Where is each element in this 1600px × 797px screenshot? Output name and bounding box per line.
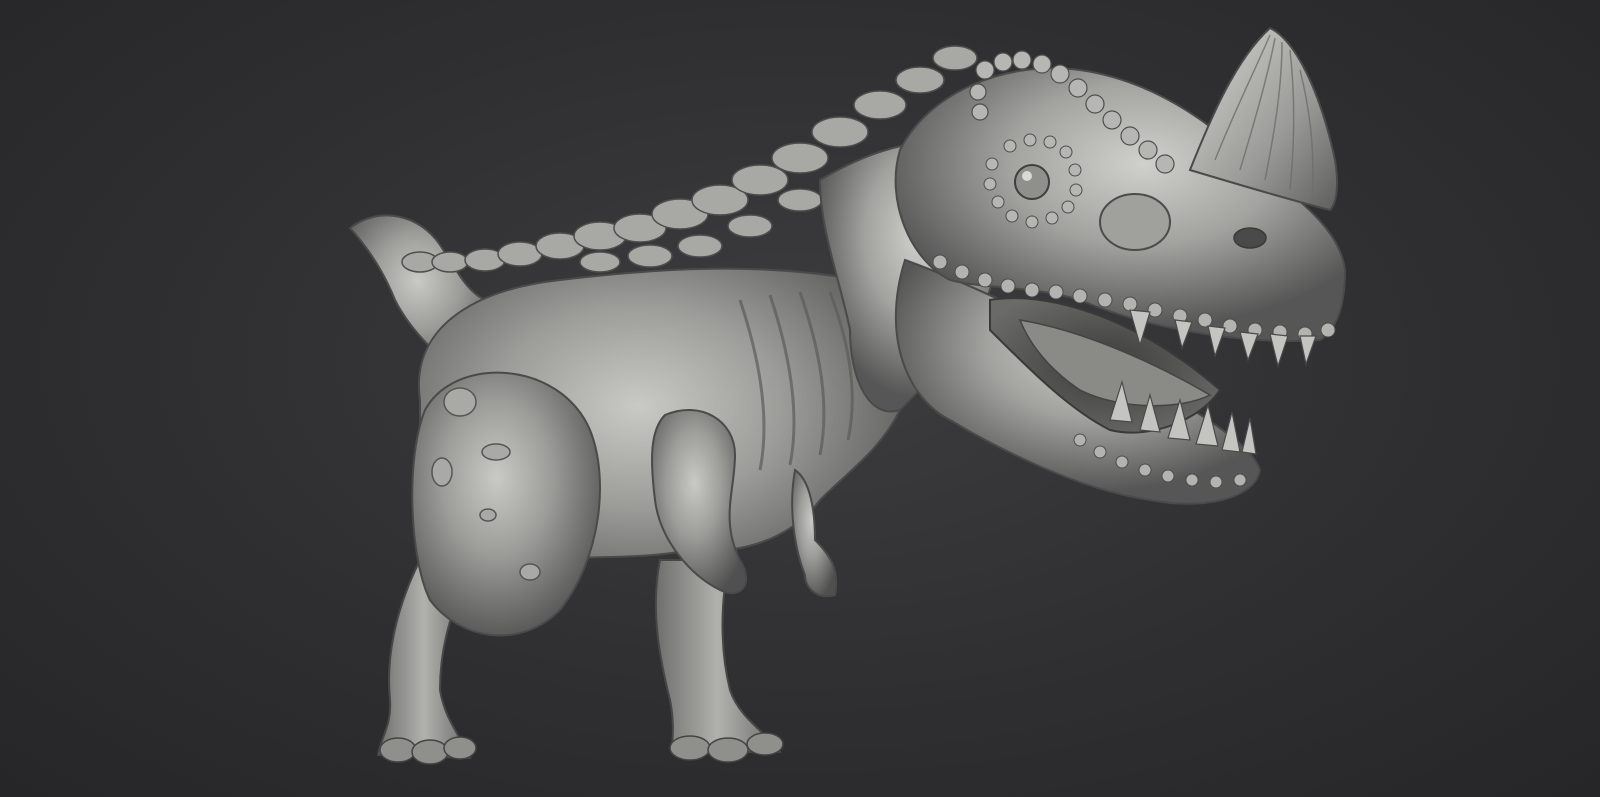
cheek-plate (1099, 193, 1171, 251)
render-viewport (0, 0, 1600, 797)
eye (1014, 164, 1050, 200)
dinosaur-sculpt-icon (348, 26, 1347, 765)
nostril (1233, 227, 1267, 249)
thigh (411, 371, 601, 637)
